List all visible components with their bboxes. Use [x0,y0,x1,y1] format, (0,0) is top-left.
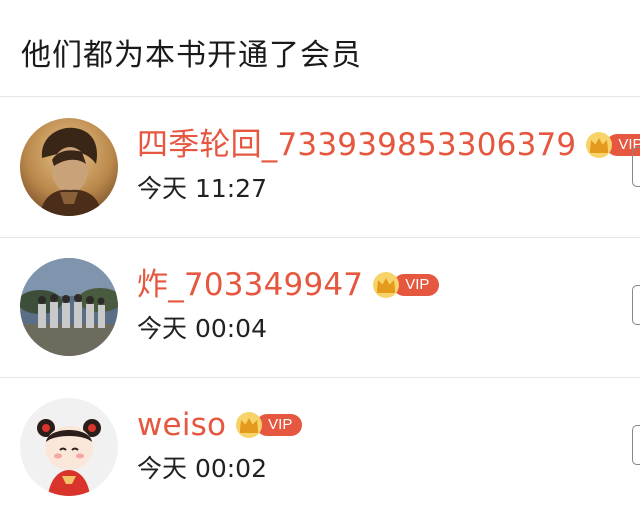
member-row[interactable]: 四季轮回_733939853306379 VIP 今天 11:27 [0,97,640,238]
vip-badge: VIP [234,411,303,439]
avatar[interactable] [20,118,118,216]
section-title: 他们都为本书开通了会员 [21,38,362,73]
follow-button[interactable] [632,425,640,465]
member-username[interactable]: 四季轮回_733939853306379 [137,125,576,165]
member-name-line: 四季轮回_733939853306379 VIP [137,125,640,165]
member-name-line: 炸_703349947 VIP [137,265,440,305]
member-row[interactable]: weiso VIP 今天 00:02 [0,377,640,511]
avatar[interactable] [20,398,118,496]
member-list-page: 他们都为本书开通了会员 四季轮回_733939853306379 VIP 今天 … [0,0,640,511]
member-row[interactable]: 炸_703349947 VIP 今天 00:04 [0,237,640,378]
member-time: 今天 00:04 [137,314,267,343]
follow-button[interactable] [632,147,640,187]
crown-icon [236,412,263,438]
member-time: 今天 00:02 [137,454,267,483]
member-time: 今天 11:27 [137,174,267,203]
member-name-line: weiso VIP [137,405,303,445]
avatar[interactable] [20,258,118,356]
member-username[interactable]: weiso [137,405,226,445]
crown-icon [586,132,613,158]
crown-icon [373,272,400,298]
member-username[interactable]: 炸_703349947 [137,265,363,305]
vip-badge: VIP [371,271,440,299]
follow-button[interactable] [632,285,640,325]
section-header: 他们都为本书开通了会员 [0,0,640,97]
